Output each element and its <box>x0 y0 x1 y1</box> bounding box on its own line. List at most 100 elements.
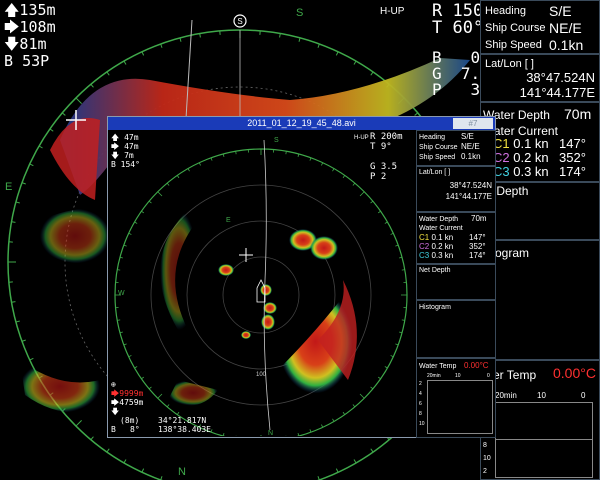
compass-tick <box>157 191 163 197</box>
compass-tick <box>176 411 180 415</box>
popup-graph-x-end: 0 <box>487 373 490 379</box>
popup-speed-value: 0.1kn <box>461 152 481 161</box>
popup-p: P 2 <box>370 172 387 182</box>
popup-water-temp-box: Water Temp 0.00°C 20min 10 0 2 4 6 8 10 <box>416 358 496 438</box>
echo-target-2 <box>310 236 338 260</box>
popup-bl-b: B <box>111 425 116 434</box>
heading-value: S/E <box>549 3 572 19</box>
heading-label: Heading <box>485 5 526 17</box>
popup-graph-x-start: 20min <box>427 373 441 379</box>
y-tick-label: 10 <box>419 421 425 427</box>
compass-south: N <box>178 466 186 478</box>
current-id: C2 <box>419 242 430 251</box>
compass-tick <box>332 418 335 422</box>
course-value: NE/E <box>549 20 582 36</box>
playback-sonar-display[interactable]: 100 S W E N H-UP <box>108 130 414 436</box>
y-tick-label: 8 <box>419 411 422 417</box>
window-badge[interactable]: #7 <box>453 118 493 129</box>
popup-latlon-label: Lat/Lon [ ] <box>419 169 451 176</box>
popup-lat: 38°47.524N <box>449 181 492 190</box>
compass-tick <box>285 151 287 155</box>
popup-graph-x-mid: 10 <box>455 373 461 379</box>
window-title-bar[interactable]: 2011_01_12_19_45_48.avi <box>108 117 495 130</box>
window-title: 2011_01_12_19_45_48.avi <box>247 118 356 128</box>
compass-tick <box>21 182 26 185</box>
arrow-up-icon: 🡅 <box>4 1 20 19</box>
compass-tick <box>309 429 312 433</box>
compass-tick <box>141 51 145 56</box>
popup-range-up: 🡅 47m <box>111 133 139 142</box>
compass-tick <box>210 429 213 433</box>
compass-tick <box>321 424 324 428</box>
playback-window[interactable]: 2011_01_12_19_45_48.avi #7 100 S W E N H… <box>107 116 496 438</box>
compass-tick <box>148 386 152 390</box>
bearing-readout: B 53P <box>4 52 50 70</box>
compass-tick <box>390 232 394 235</box>
compass-tick <box>370 448 374 453</box>
range-up-readout: 🡅135m <box>4 1 56 19</box>
compass-tick <box>352 182 356 186</box>
speed-value: 0.1kn <box>549 37 584 53</box>
water-temp-value: 0.00°C <box>553 365 596 381</box>
echo-target-5 <box>263 302 277 314</box>
popup-current-list: C1 0.1 kn 147° C2 0.2 kn 352° C3 0.3 kn 174° <box>419 233 495 260</box>
water-box: Water Depth 70m Water Current C1 0.1 kn 1… <box>480 102 600 182</box>
compass-tick <box>199 33 201 38</box>
compass-tick <box>353 60 357 65</box>
compass-tick <box>148 200 152 204</box>
current-row: C2 0.2 kn 352° <box>419 242 495 251</box>
compass-tick <box>335 51 339 56</box>
compass-tick <box>141 468 145 473</box>
popup-lon: 141°44.177E <box>445 192 492 201</box>
compass-tick <box>370 386 374 390</box>
scale-label: 100 <box>256 372 267 378</box>
compass-tick <box>401 319 405 321</box>
y-tick-label: 2 <box>419 381 422 387</box>
compass-tick <box>123 60 127 65</box>
popup-range: R 200m <box>370 132 403 142</box>
speed-label: Ship Speed <box>485 39 542 51</box>
y-tick-label: 10 <box>483 455 491 462</box>
popup-target-icon: ⊕ <box>111 380 116 389</box>
popup-heading-label: Heading <box>419 134 446 141</box>
compass-tick <box>317 43 320 48</box>
compass-tick <box>11 221 16 223</box>
popup-speed-label: Ship Speed <box>419 154 456 161</box>
compass-tick <box>352 404 356 408</box>
compass-tick <box>332 168 335 172</box>
compass-tick <box>370 200 374 204</box>
compass-tick <box>38 145 43 149</box>
popup-info-panel: Heading S/E Ship Course NE/E Ship Speed … <box>415 130 496 438</box>
compass-tick <box>166 404 170 408</box>
tilt-readout: T 60° <box>432 18 484 38</box>
compass-tick <box>49 128 54 132</box>
y-tick-label: 8 <box>483 442 487 449</box>
popup-bl-up: 🡆9999m <box>111 389 144 398</box>
popup-arrow-right-icon: 🡆 <box>111 142 120 151</box>
net-depth-box: et Depth <box>480 182 600 240</box>
popup-arrow-up-icon: 🡅 <box>111 133 120 142</box>
popup-ring-1 <box>222 256 300 334</box>
current-speed: 0.1 kn <box>429 233 454 242</box>
compass-tick <box>117 269 121 271</box>
compass-tick <box>390 355 394 358</box>
depth-value: 70m <box>564 106 592 122</box>
range-right-readout: 🡆108m <box>4 18 56 36</box>
popup-histogram-label: Histogram <box>419 304 451 311</box>
compass-tick <box>377 210 381 214</box>
compass-tick <box>15 201 20 204</box>
echo-lower-left <box>168 380 218 406</box>
popup-range-right: 🡆 47m <box>111 142 139 151</box>
popup-compass-south: N <box>268 430 273 436</box>
popup-temp-graph <box>427 380 493 434</box>
compass-top: S <box>296 7 303 19</box>
compass-tick <box>75 97 82 104</box>
compass-tick <box>353 459 357 464</box>
compass-tick <box>317 476 320 480</box>
arrow-right-icon: 🡆 <box>4 18 20 36</box>
current-speed: 0.3 kn <box>429 251 454 260</box>
compass-tick <box>128 232 132 235</box>
compass-tick <box>106 71 110 76</box>
compass-tick <box>123 343 127 346</box>
echo-arc-left <box>160 210 198 330</box>
